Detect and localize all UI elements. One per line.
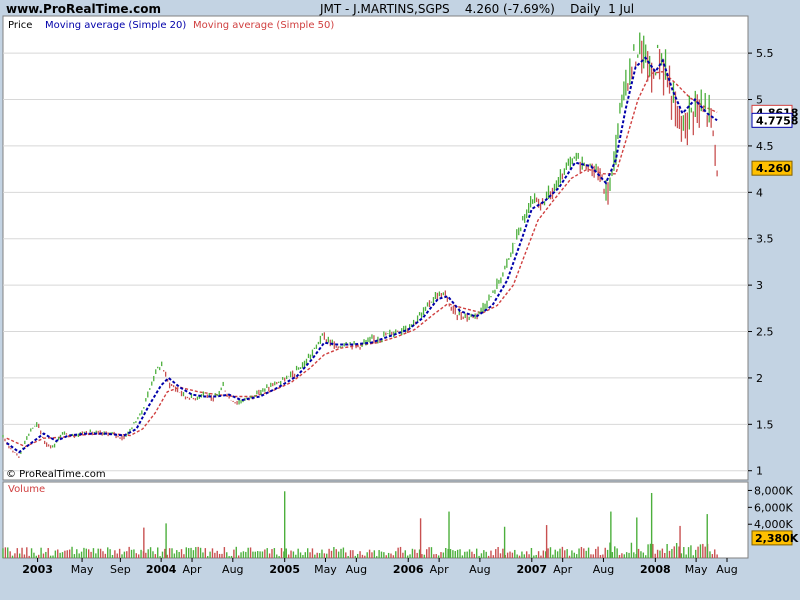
price-tick-label: 5.5 — [756, 47, 774, 60]
price-badge-label: 4.7758 — [756, 114, 798, 127]
price-tick-label: 4.5 — [756, 140, 774, 153]
volume-badge-group: 2,380K — [751, 530, 799, 546]
time-tick-label: Aug — [716, 563, 737, 576]
time-tick-label: Apr — [183, 563, 203, 576]
legend-ma50: Moving average (Simple 50) — [193, 20, 334, 31]
time-tick-label: Aug — [222, 563, 243, 576]
time-tick-label: Apr — [553, 563, 573, 576]
price-tick-label: 5 — [756, 94, 763, 107]
price-tick-label: 1.5 — [756, 418, 774, 431]
time-tick-label: Aug — [593, 563, 614, 576]
volume-tick-label: 8,000K — [754, 484, 793, 497]
time-axis: 2003 May Sep 2004 Apr Aug 2005 May Aug 2006 Apr Aug… — [22, 558, 738, 576]
price-tick-label: 2.5 — [756, 326, 774, 339]
price-tick-label: 1 — [756, 465, 763, 478]
volume-badge-label: 2,380K — [755, 532, 799, 545]
volume-tick-label: 4,000K — [754, 518, 793, 531]
price-tick-label: 4 — [756, 186, 763, 199]
price-panel — [2, 15, 749, 481]
volume-tick-label: 6,000K — [754, 501, 793, 514]
time-tick-label: 2005 — [269, 563, 300, 576]
price-tick-label: 2 — [756, 372, 763, 385]
watermark: © ProRealTime.com — [6, 469, 106, 480]
time-tick-label: Apr — [430, 563, 450, 576]
chart-canvas: 11.522.533.544.555.5 4.86184.77584.260 P… — [2, 15, 799, 576]
legend-ma20: Moving average (Simple 20) — [45, 20, 186, 31]
time-tick-label: May — [685, 563, 708, 576]
time-tick-label: 2007 — [516, 563, 547, 576]
time-tick-label: May — [71, 563, 94, 576]
time-tick-label: Aug — [346, 563, 367, 576]
time-tick-label: 2004 — [146, 563, 177, 576]
time-tick-label: Sep — [110, 563, 131, 576]
price-tick-label: 3.5 — [756, 233, 774, 246]
time-tick-label: Aug — [469, 563, 490, 576]
legend-volume: Volume — [8, 484, 45, 495]
price-badge-label: 4.260 — [756, 162, 791, 175]
volume-axis: 4,000K 6,000K 8,000K — [748, 484, 793, 531]
legend-price: Price — [8, 20, 32, 31]
price-tick-label: 3 — [756, 279, 763, 292]
time-tick-label: 2003 — [22, 563, 53, 576]
time-tick-label: May — [314, 563, 337, 576]
time-tick-label: 2008 — [640, 563, 671, 576]
time-tick-label: 2006 — [393, 563, 424, 576]
